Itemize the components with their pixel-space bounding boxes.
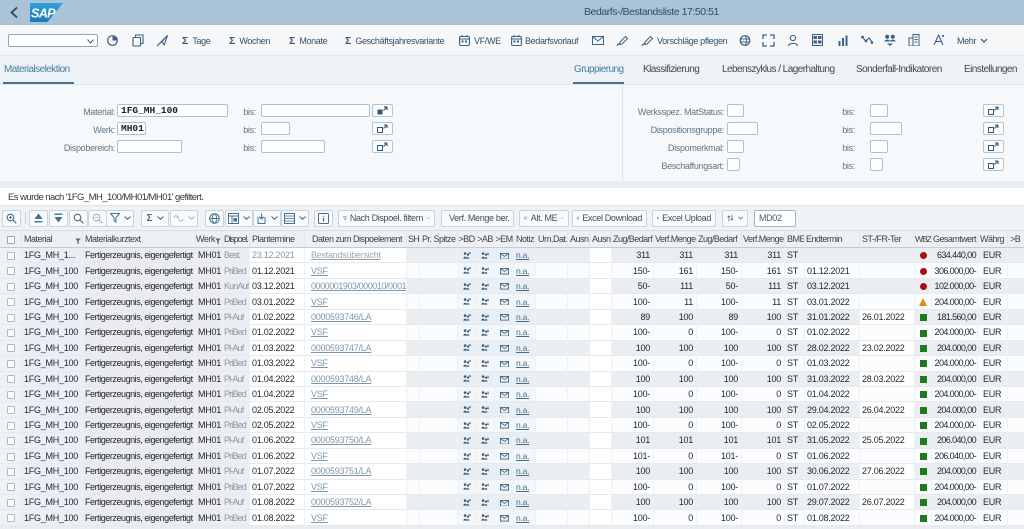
svg-text:SAP: SAP	[31, 7, 56, 21]
